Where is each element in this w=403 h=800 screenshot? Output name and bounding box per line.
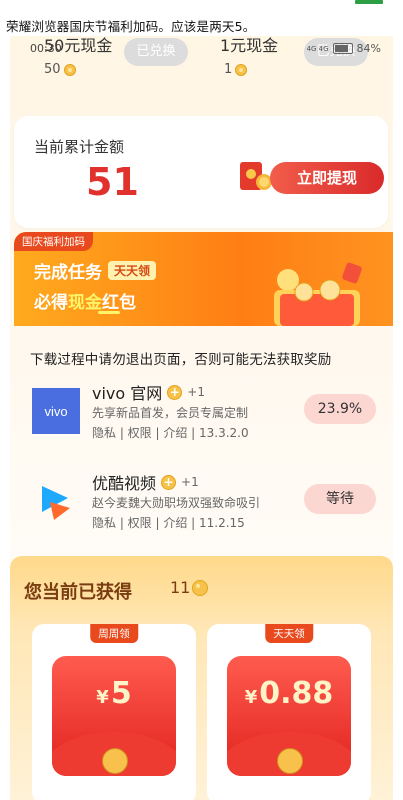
red-packet: ¥0.88 (227, 656, 351, 776)
exchange-item-title: 1元现金 (220, 36, 279, 55)
vivo-logo-text: vivo (44, 404, 67, 419)
app-name: 优酷视频 + +1 (92, 474, 199, 493)
promo-headline: 完成任务 天天领 (34, 258, 157, 283)
download-notice: 下载过程中请勿退出页面，否则可能无法获取奖励 (30, 352, 332, 368)
plus-icon: + (161, 474, 177, 490)
exchange-item-coins: 1 (224, 62, 248, 77)
coin-icon (63, 63, 76, 76)
coin-icon (192, 579, 209, 596)
balance-label: 当前累计金额 (34, 138, 125, 156)
download-wait-button[interactable]: 等待 (304, 484, 376, 514)
exchange-item-coins: 50 (44, 62, 76, 77)
reward-tag: 天天领 (265, 624, 313, 643)
caption-accent-bar (355, 0, 383, 4)
promo-tag: 国庆福利加码 (14, 232, 93, 251)
reward-card[interactable]: 周周领 ¥5 (32, 624, 196, 800)
status-icons: 4G 4G 84% (307, 42, 381, 55)
status-time: 00:30 (30, 42, 62, 55)
promo-banner[interactable]: 国庆福利加码 完成任务 天天领 必得现金红包 (14, 232, 393, 326)
balance-card: 当前累计金额 51 立即提现 (14, 116, 388, 228)
withdraw-button[interactable]: 立即提现 (270, 162, 384, 194)
app-description: 赵今麦魏大勋职场双强致命吸引 (92, 496, 261, 510)
gift-box-icon (274, 262, 362, 326)
planet-icon (102, 748, 128, 774)
promo-chip: 天天领 (108, 261, 157, 280)
app-meta-links[interactable]: 隐私 | 权限 | 介绍 | 13.3.2.0 (92, 424, 249, 441)
app-list-item[interactable]: 优酷视频 + +1 赵今麦魏大勋职场双强致命吸引 隐私 | 权限 | 介绍 | … (10, 466, 393, 548)
app-description: 先享新品首发，会员专属定制 (92, 406, 249, 420)
signal-icon: 4G 4G (306, 44, 329, 53)
planet-icon (277, 748, 303, 774)
battery-icon (332, 43, 353, 54)
youku-app-logo (42, 486, 70, 520)
promo-subline: 必得现金红包 (34, 293, 136, 313)
phone-screen: 50元现金 50 已兑换 1元现金 1 已兑换 00:30 4G 4G 84% … (10, 36, 393, 800)
earned-title: 您当前已获得 (24, 582, 132, 603)
exchanged-button[interactable]: 已兑换 (124, 38, 188, 66)
app-meta-links[interactable]: 隐私 | 权限 | 介绍 | 11.2.15 (92, 514, 245, 531)
balance-value: 51 (86, 160, 139, 204)
app-name: vivo 官网 + +1 (92, 384, 205, 403)
coin-icon (235, 63, 248, 76)
plus-icon: + (167, 384, 183, 400)
reward-card[interactable]: 天天领 ¥0.88 (207, 624, 371, 800)
screenshot-caption: 荣耀浏览器国庆节福利加码。应该是两天5。 (6, 19, 256, 34)
vivo-app-logo: vivo (32, 388, 80, 434)
promo-underline (98, 311, 120, 314)
earned-count: 11 (170, 578, 209, 597)
reward-tag: 周周领 (90, 624, 138, 643)
reward-amount: ¥0.88 (244, 676, 334, 711)
app-list-item[interactable]: vivo vivo 官网 + +1 先享新品首发，会员专属定制 隐私 | 权限 … (10, 376, 393, 458)
download-progress-button[interactable]: 23.9% (304, 394, 376, 424)
red-packet: ¥5 (52, 656, 176, 776)
earned-section: 您当前已获得 11 周周领 ¥5 天天领 ¥0.88 (10, 556, 393, 800)
reward-amount: ¥5 (96, 676, 132, 711)
battery-level: 84% (356, 42, 381, 55)
